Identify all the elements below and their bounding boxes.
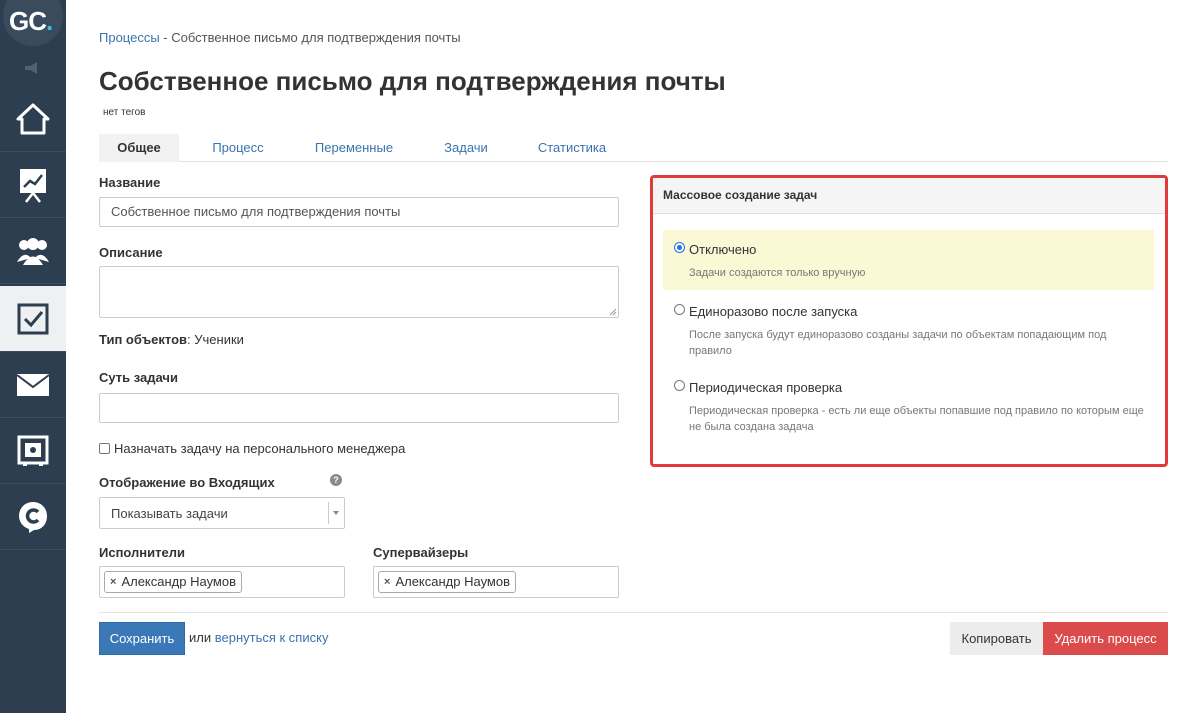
sidebar: GC.: [0, 0, 66, 713]
remove-icon[interactable]: ×: [384, 572, 390, 592]
option-once-radio[interactable]: [674, 304, 685, 315]
assign-manager-row[interactable]: Назначать задачу на персонального менедж…: [99, 441, 405, 456]
supervisors-input[interactable]: × Александр Наумов: [373, 566, 619, 598]
megaphone-icon[interactable]: [0, 52, 66, 84]
executor-chip-label: Александр Наумов: [121, 574, 236, 589]
breadcrumb-current: Собственное письмо для подтверждения поч…: [171, 30, 461, 45]
remove-icon[interactable]: ×: [110, 572, 116, 592]
back-to-list-link[interactable]: вернуться к списку: [215, 630, 329, 645]
inbox-display-label: Отображение во Входящих: [99, 475, 275, 490]
option-once-label[interactable]: Единоразово после запуска: [689, 304, 857, 319]
option-disabled-radio[interactable]: [674, 242, 685, 253]
object-type: Тип объектов: Ученики: [99, 332, 244, 347]
inbox-display-value: Показывать задачи: [111, 506, 228, 521]
option-periodic-radio[interactable]: [674, 380, 685, 391]
supervisor-chip-label: Александр Наумов: [395, 574, 510, 589]
supervisors-label: Супервайзеры: [373, 545, 469, 560]
chart-icon: [20, 168, 46, 203]
name-label: Название: [99, 175, 161, 190]
select-separator: [328, 502, 329, 524]
option-once[interactable]: Единоразово после запуска После запуска …: [663, 298, 1154, 364]
tab-general[interactable]: Общее: [99, 134, 179, 162]
assign-manager-label[interactable]: Назначать задачу на персонального менедж…: [114, 441, 405, 456]
tags-label[interactable]: нет тегов: [103, 107, 145, 118]
tab-variables[interactable]: Переменные: [304, 134, 404, 162]
chat-icon: [19, 501, 47, 533]
tab-tasks[interactable]: Задачи: [433, 134, 499, 162]
inbox-display-select[interactable]: Показывать задачи: [99, 497, 345, 529]
logo[interactable]: GC.: [0, 0, 66, 48]
back-link-row: или вернуться к списку: [189, 630, 328, 645]
mass-creation-panel: Массовое создание задач Отключено Задачи…: [650, 175, 1168, 467]
executors-input[interactable]: × Александр Наумов: [99, 566, 345, 598]
delete-process-button[interactable]: Удалить процесс: [1043, 622, 1168, 655]
sidebar-item-stats[interactable]: [0, 152, 66, 218]
resize-grip-icon[interactable]: [609, 308, 617, 316]
save-button[interactable]: Сохранить: [99, 622, 185, 655]
executor-chip[interactable]: × Александр Наумов: [104, 571, 242, 593]
task-essence-label: Суть задачи: [99, 370, 178, 385]
tab-process[interactable]: Процесс: [199, 134, 277, 162]
option-periodic-label[interactable]: Периодическая проверка: [689, 380, 842, 395]
supervisor-chip[interactable]: × Александр Наумов: [378, 571, 516, 593]
tab-statistics[interactable]: Статистика: [527, 134, 617, 162]
safe-icon: [17, 435, 49, 466]
executors-label: Исполнители: [99, 545, 185, 560]
mail-icon: [16, 373, 50, 396]
page-title: Собственное письмо для подтверждения поч…: [99, 66, 726, 96]
breadcrumb-processes-link[interactable]: Процессы: [99, 30, 160, 45]
sidebar-item-mail[interactable]: [0, 352, 66, 418]
sidebar-item-chat[interactable]: [0, 484, 66, 550]
sidebar-item-home[interactable]: [0, 86, 66, 152]
breadcrumb: Процессы - Собственное письмо для подтве…: [99, 30, 461, 45]
mass-creation-header: Массовое создание задач: [653, 178, 1165, 214]
object-type-value: : Ученики: [187, 332, 244, 347]
or-text: или: [189, 630, 212, 645]
option-disabled[interactable]: Отключено Задачи создаются только вручну…: [663, 230, 1154, 290]
breadcrumb-separator: -: [159, 30, 172, 45]
option-disabled-description: Задачи создаются только вручную: [689, 267, 866, 279]
description-label: Описание: [99, 245, 163, 260]
option-periodic-description: Периодическая проверка - есть ли еще объ…: [689, 405, 1144, 433]
home-icon: [16, 103, 50, 134]
name-input[interactable]: Собственное письмо для подтверждения поч…: [99, 197, 619, 227]
assign-manager-checkbox[interactable]: [99, 443, 110, 454]
logo-text: GC.: [9, 6, 53, 36]
task-essence-input[interactable]: [99, 393, 619, 423]
sidebar-item-safe[interactable]: [0, 418, 66, 484]
mass-creation-title: Массовое создание задач: [663, 188, 818, 202]
chevron-down-icon: [333, 511, 339, 515]
users-icon: [17, 237, 49, 265]
tasks-icon: [17, 303, 49, 334]
option-once-description: После запуска будут единоразово созданы …: [689, 329, 1107, 357]
option-disabled-label[interactable]: Отключено: [689, 242, 756, 257]
sidebar-item-tasks[interactable]: [0, 286, 66, 352]
sidebar-item-users[interactable]: [0, 218, 66, 284]
divider: [99, 612, 1168, 613]
help-icon[interactable]: ?: [330, 474, 342, 486]
object-type-label: Тип объектов: [99, 332, 188, 347]
copy-button[interactable]: Копировать: [950, 622, 1043, 655]
description-textarea[interactable]: [99, 266, 619, 318]
option-periodic[interactable]: Периодическая проверка Периодическая про…: [663, 374, 1154, 440]
tabs: Общее Процесс Переменные Задачи Статисти…: [99, 134, 1168, 162]
